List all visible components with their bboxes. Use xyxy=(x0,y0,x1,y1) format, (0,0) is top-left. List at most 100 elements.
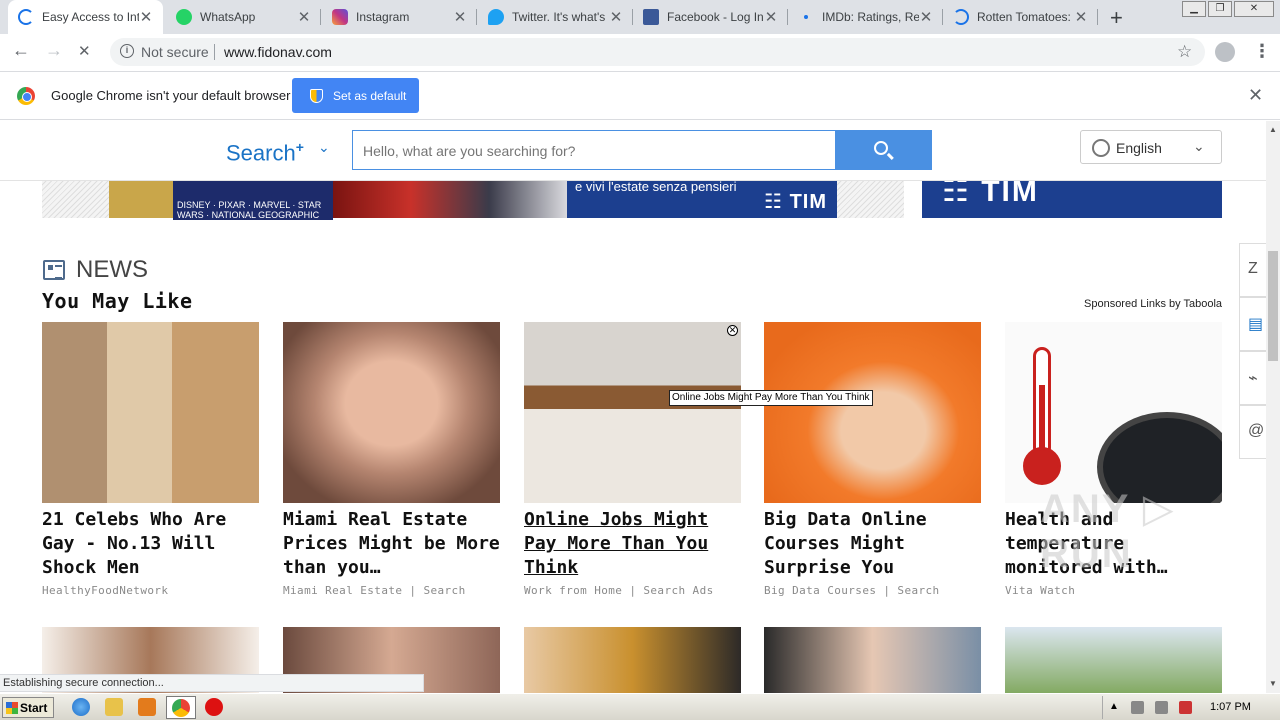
news-card[interactable]: Miami Real Estate Prices Might be More t… xyxy=(283,322,500,597)
news-card-title[interactable]: 21 Celebs Who Are Gay - No.13 Will Shock… xyxy=(42,508,259,580)
language-selector[interactable]: English ⌄ xyxy=(1080,130,1222,164)
tab-strip: Easy Access to Inte ✕ WhatsApp ✕ Instagr… xyxy=(0,0,1280,34)
windows-logo-icon xyxy=(6,702,18,714)
clock[interactable]: 1:07 PM xyxy=(1210,701,1251,713)
news-card-image[interactable] xyxy=(1005,627,1222,693)
infobar-close-icon[interactable]: ✕ xyxy=(1248,85,1263,106)
minimize-button[interactable]: ▁ xyxy=(1182,1,1206,17)
web-page: Search+ ⌄ Hello, what are you searching … xyxy=(0,121,1266,693)
address-bar[interactable]: i Not secure www.fidonav.com xyxy=(110,38,1205,66)
chrome-taskbar-button[interactable] xyxy=(166,696,196,719)
anyrun-watermark: ANY ▷ RUN xyxy=(1040,487,1176,576)
chevron-down-icon: ⌄ xyxy=(1193,138,1205,154)
url-text[interactable]: www.fidonav.com xyxy=(224,44,332,60)
site-logo[interactable]: Search+ xyxy=(226,139,304,166)
set-as-default-button[interactable]: Set as default xyxy=(292,78,419,113)
start-label: Start xyxy=(20,701,48,715)
news-card-image[interactable] xyxy=(1005,322,1222,503)
opera-icon[interactable] xyxy=(205,698,223,716)
news-card-title[interactable]: Big Data Online Courses Might Surprise Y… xyxy=(764,508,981,580)
profile-avatar[interactable] xyxy=(1215,42,1235,62)
you-may-like-heading: You May Like xyxy=(42,289,193,313)
side-button[interactable]: ⌁ xyxy=(1239,351,1266,405)
news-card-source[interactable]: HealthyFoodNetwork xyxy=(42,584,259,597)
tab-close-icon[interactable]: ✕ xyxy=(453,8,467,26)
new-tab-button[interactable]: + xyxy=(1110,5,1123,31)
tab-3[interactable]: Twitter. It's what's ✕ xyxy=(478,0,633,34)
tab-close-icon[interactable]: ✕ xyxy=(609,8,623,26)
flag-icon[interactable] xyxy=(1179,701,1192,714)
uac-shield-icon xyxy=(310,88,323,103)
folder-icon[interactable] xyxy=(105,698,123,716)
link-tooltip: Online Jobs Might Pay More Than You Thin… xyxy=(669,390,873,406)
tab-close-icon[interactable]: ✕ xyxy=(297,8,311,26)
whatsapp-icon xyxy=(176,9,192,25)
tab-0[interactable]: Easy Access to Inte ✕ xyxy=(8,0,163,34)
tab-close-icon[interactable]: ✕ xyxy=(764,8,778,26)
news-card-source[interactable]: Big Data Courses | Search xyxy=(764,584,981,597)
restore-button[interactable]: ❐ xyxy=(1208,1,1232,17)
news-card-image[interactable] xyxy=(764,627,981,693)
tab-6[interactable]: Rotten Tomatoes: M ✕ xyxy=(943,0,1098,34)
side-button[interactable]: @ xyxy=(1239,405,1266,459)
scroll-up-arrow-icon[interactable]: ▲ xyxy=(1269,125,1277,134)
chevron-down-icon[interactable]: ⌄ xyxy=(318,139,330,156)
thermometer-bulb xyxy=(1023,447,1061,485)
news-card-image[interactable]: ✕ xyxy=(524,322,741,503)
news-card-source[interactable]: Vita Watch xyxy=(1005,584,1222,597)
news-card-title[interactable]: Online Jobs Might Pay More Than You Thin… xyxy=(524,508,741,580)
banner-movie-image[interactable] xyxy=(333,180,567,218)
news-card-title[interactable]: Miami Real Estate Prices Might be More t… xyxy=(283,508,500,580)
side-button[interactable]: Z xyxy=(1239,243,1266,297)
tab-close-icon[interactable]: ✕ xyxy=(1074,8,1088,26)
ad-close-icon[interactable]: ✕ xyxy=(727,325,738,336)
network-icon[interactable] xyxy=(1155,701,1168,714)
internet-explorer-icon[interactable] xyxy=(72,698,90,716)
twitter-icon xyxy=(488,9,504,25)
tab-title: Twitter. It's what's xyxy=(512,10,606,24)
tab-title: Instagram xyxy=(356,10,410,24)
window-close-button[interactable]: ✕ xyxy=(1234,1,1274,17)
tab-5[interactable]: IMDb: Ratings, Rev ✕ xyxy=(788,0,943,34)
banner-tim-right[interactable]: ☷ TIM xyxy=(922,175,1222,218)
tab-2[interactable]: Instagram ✕ xyxy=(322,0,477,34)
tab-title: Facebook - Log In o xyxy=(667,10,764,24)
page-scrollbar[interactable]: ▲ ▼ xyxy=(1266,121,1280,693)
news-card-source[interactable]: Work from Home | Search Ads xyxy=(524,584,741,597)
banner-brands[interactable]: DISNEY · PIXAR · MARVEL · STAR WARS · NA… xyxy=(173,180,333,220)
news-card[interactable]: ✕ Online Jobs Might Pay More Than You Th… xyxy=(524,322,741,597)
news-card-source[interactable]: Miami Real Estate | Search xyxy=(283,584,500,597)
status-bar: Establishing secure connection... xyxy=(0,674,424,692)
news-card-image[interactable] xyxy=(524,627,741,693)
divider xyxy=(214,44,215,60)
tab-1[interactable]: WhatsApp ✕ xyxy=(166,0,321,34)
media-player-icon[interactable] xyxy=(138,698,156,716)
tray-arrow-icon[interactable]: ▲ xyxy=(1109,701,1122,714)
stop-loading-button[interactable]: ✕ xyxy=(78,42,91,60)
bookmark-star-icon[interactable]: ☆ xyxy=(1177,42,1192,62)
news-card-image[interactable] xyxy=(764,322,981,503)
sponsored-links-label[interactable]: Sponsored Links by Taboola xyxy=(1084,298,1222,310)
info-icon[interactable]: i xyxy=(120,44,134,58)
banner-tim[interactable]: e vivi l'estate senza pensieri ☷ TIM xyxy=(567,179,837,218)
not-secure-label[interactable]: Not secure xyxy=(141,44,209,60)
news-card-image[interactable] xyxy=(283,322,500,503)
back-button[interactable]: ← xyxy=(12,40,30,61)
volume-icon[interactable] xyxy=(1131,701,1144,714)
banner-gold[interactable] xyxy=(109,180,173,218)
news-card[interactable]: 21 Celebs Who Are Gay - No.13 Will Shock… xyxy=(42,322,259,597)
chrome-menu-icon[interactable]: ⋮ xyxy=(1253,41,1271,62)
start-button[interactable]: Start xyxy=(2,697,54,718)
scroll-down-arrow-icon[interactable]: ▼ xyxy=(1269,679,1277,688)
tab-close-icon[interactable]: ✕ xyxy=(139,8,153,26)
banner-tagline: e vivi l'estate senza pensieri xyxy=(575,179,737,194)
search-button[interactable] xyxy=(835,130,932,170)
scrollbar-thumb[interactable] xyxy=(1268,251,1278,361)
search-input[interactable]: Hello, what are you searching for? xyxy=(352,130,836,170)
news-card-image[interactable] xyxy=(42,322,259,503)
tab-4[interactable]: Facebook - Log In o ✕ xyxy=(633,0,788,34)
forward-button[interactable]: → xyxy=(45,40,63,61)
news-card[interactable]: Big Data Online Courses Might Surprise Y… xyxy=(764,322,981,597)
side-button[interactable]: ▤ xyxy=(1239,297,1266,351)
tab-close-icon[interactable]: ✕ xyxy=(919,8,933,26)
